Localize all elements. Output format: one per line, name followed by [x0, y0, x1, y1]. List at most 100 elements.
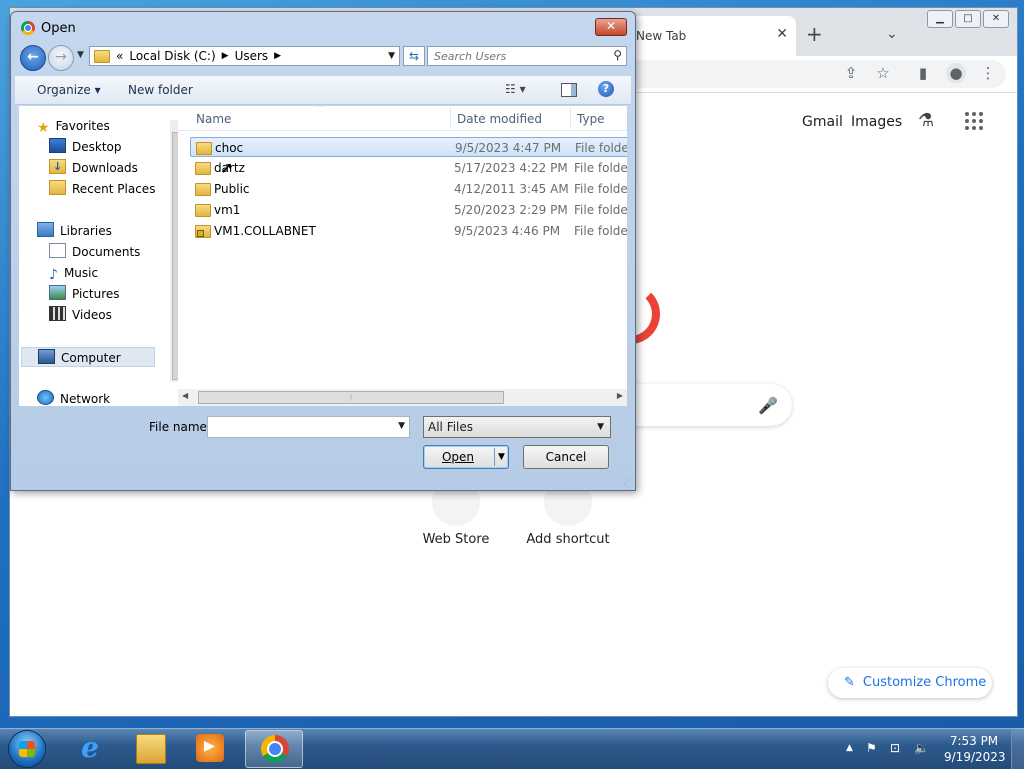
horizontal-scrollbar[interactable]: ◀ ⦙ ▶ — [178, 389, 627, 406]
tab-title: New Tab — [636, 29, 687, 43]
share-icon[interactable]: ⇪ — [841, 63, 861, 83]
shortcut-label: Add shortcut — [526, 532, 610, 547]
chevron-right-icon[interactable]: ▶ — [222, 51, 229, 61]
nav-libraries[interactable]: Libraries — [37, 221, 112, 241]
recent-locations-dropdown-icon[interactable]: ▼ — [77, 50, 84, 60]
open-button[interactable]: Open ▼ — [423, 445, 509, 469]
scroll-left-icon[interactable]: ◀ — [182, 391, 188, 400]
back-button[interactable]: ← — [20, 45, 46, 71]
change-view-button[interactable]: ☷ ▾ — [505, 82, 526, 96]
tab-new-tab[interactable]: New Tab ✕ — [626, 16, 796, 56]
close-button[interactable]: ✕ — [983, 10, 1009, 28]
breadcrumb-local-disk[interactable]: Local Disk (C:) — [129, 49, 215, 63]
taskbar-file-explorer[interactable] — [121, 730, 179, 768]
scrollbar-thumb[interactable]: ⦙ — [198, 391, 504, 404]
locked-folder-icon — [195, 225, 211, 238]
volume-muted-icon[interactable]: 🔈 — [914, 741, 929, 755]
chrome-app-icon — [21, 21, 35, 35]
new-tab-button[interactable]: + — [806, 24, 823, 44]
nav-computer[interactable]: Computer — [21, 347, 155, 367]
address-bar[interactable]: « Local Disk (C:) ▶ Users ▶ ▼ — [89, 46, 400, 66]
file-explorer-icon — [136, 734, 166, 764]
dialog-close-button[interactable]: ✕ — [595, 18, 627, 36]
show-hidden-icons-icon[interactable]: ▲ — [846, 743, 853, 753]
customize-chrome-button[interactable]: ✎ Customize Chrome — [828, 668, 992, 698]
file-row[interactable]: Public 4/12/2011 3:45 AM File folder — [190, 179, 627, 199]
column-date-modified[interactable]: Date modified — [457, 112, 542, 126]
breadcrumb-overflow[interactable]: « — [116, 49, 123, 63]
file-row[interactable]: dartz 5/17/2023 4:22 PM File folder — [190, 158, 627, 178]
action-center-icon[interactable]: ⚑ — [866, 741, 877, 755]
column-type[interactable]: Type — [577, 112, 605, 126]
dropdown-arrow-icon[interactable]: ▼ — [398, 421, 405, 431]
cancel-button[interactable]: Cancel — [523, 445, 609, 469]
nav-pictures[interactable]: Pictures — [49, 284, 120, 304]
clock-date: 9/19/2023 — [944, 750, 1006, 764]
new-folder-button[interactable]: New folder — [128, 83, 193, 97]
file-type: File folder — [575, 141, 627, 155]
maximize-button[interactable]: □ — [955, 10, 981, 28]
preview-pane-icon[interactable] — [561, 83, 577, 97]
file-row[interactable]: vm1 5/20/2023 2:29 PM File folder — [190, 200, 627, 220]
address-dropdown-icon[interactable]: ▼ — [388, 51, 395, 61]
tab-search-icon[interactable]: ⌄ — [886, 26, 898, 42]
nav-desktop[interactable]: Desktop — [49, 137, 122, 157]
nav-documents[interactable]: Documents — [49, 242, 140, 262]
chevron-right-icon[interactable]: ▶ — [274, 51, 281, 61]
resize-grip-icon[interactable]: ⋰ — [623, 477, 631, 486]
refresh-button[interactable]: ⇆ — [403, 46, 425, 66]
dialog-titlebar[interactable]: Open ✕ — [11, 12, 635, 42]
file-row[interactable]: choc 9/5/2023 4:47 PM File folder — [190, 137, 627, 157]
forward-button[interactable]: → — [48, 45, 74, 71]
gmail-link[interactable]: Gmail — [802, 114, 843, 130]
labs-flask-icon[interactable]: ⚗ — [918, 110, 934, 131]
nav-recent-places[interactable]: Recent Places — [49, 179, 155, 199]
file-name-combo[interactable]: ▼ — [207, 416, 410, 438]
folder-icon — [196, 142, 212, 155]
taskbar-internet-explorer[interactable]: e — [61, 730, 119, 768]
file-date: 4/12/2011 3:45 AM — [454, 182, 569, 196]
clock[interactable]: 7:53 PM 9/19/2023 — [944, 733, 1006, 765]
microphone-icon[interactable]: 🎤 — [758, 396, 778, 415]
column-name[interactable]: Name — [196, 112, 231, 126]
nav-videos[interactable]: Videos — [49, 305, 112, 325]
nav-downloads[interactable]: Downloads — [49, 157, 138, 178]
show-desktop-button[interactable] — [1011, 729, 1024, 769]
apps-grid-icon[interactable] — [965, 112, 983, 130]
network-status-icon[interactable]: ⊡ — [890, 741, 900, 755]
images-link[interactable]: Images — [851, 114, 902, 130]
clock-time: 7:53 PM — [949, 734, 999, 748]
file-date: 5/17/2023 4:22 PM — [454, 161, 568, 175]
side-panel-icon[interactable]: ▮ — [913, 63, 933, 83]
bookmark-star-icon[interactable]: ☆ — [873, 63, 893, 83]
breadcrumb-users[interactable]: Users — [235, 49, 269, 63]
customize-chrome-label: Customize Chrome — [862, 675, 987, 690]
windows-logo-icon — [9, 731, 45, 767]
nav-label: Network — [60, 392, 111, 406]
nav-label: Favorites — [55, 119, 110, 133]
nav-favorites[interactable]: ★ Favorites — [37, 116, 110, 136]
scroll-right-icon[interactable]: ▶ — [617, 391, 623, 400]
file-name-field[interactable] — [208, 417, 396, 437]
menu-kebab-icon[interactable]: ⋮ — [978, 63, 998, 83]
profile-icon[interactable]: ● — [946, 63, 966, 83]
tab-close-icon[interactable]: ✕ — [776, 26, 788, 42]
split-divider — [494, 448, 495, 466]
search-input[interactable] — [428, 47, 610, 65]
minimize-button[interactable]: ▁ — [927, 10, 953, 28]
taskbar-media-player[interactable] — [181, 730, 239, 768]
open-options-dropdown-icon[interactable]: ▼ — [498, 446, 505, 468]
search-box[interactable]: ⚲ — [427, 46, 627, 66]
start-button[interactable] — [4, 729, 50, 769]
file-type-filter[interactable]: All Files ▼ — [423, 416, 611, 438]
file-row[interactable]: VM1.COLLABNET 9/5/2023 4:46 PM File fold… — [190, 221, 627, 241]
file-type: File folder — [574, 161, 627, 175]
organize-button[interactable]: Organize ▾ — [37, 83, 101, 97]
help-icon[interactable]: ? — [598, 81, 614, 97]
taskbar-chrome[interactable] — [245, 730, 303, 768]
nav-network[interactable]: Network — [37, 389, 110, 409]
folder-icon — [94, 49, 110, 63]
open-file-dialog: Open ✕ ← → ▼ « Local Disk (C:) ▶ Users ▶… — [10, 11, 636, 491]
nav-music[interactable]: ♪ Music — [49, 263, 98, 283]
file-date: 9/5/2023 4:47 PM — [455, 141, 562, 155]
